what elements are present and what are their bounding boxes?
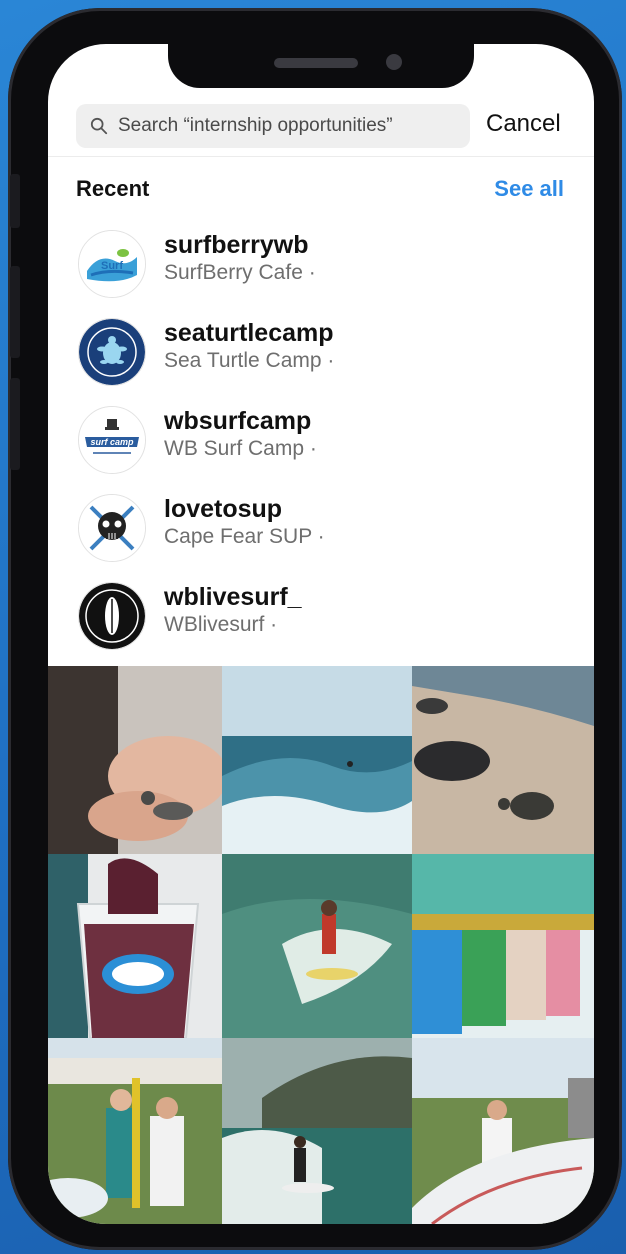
volume-up-button: [10, 266, 20, 358]
surfberry-logo-icon: Surf: [79, 231, 145, 297]
account-handle: seaturtlecamp: [164, 319, 334, 347]
see-all-link[interactable]: See all: [494, 176, 564, 202]
sea-turtle-camp-logo-icon: [79, 319, 145, 385]
photo-tile-paddleboarders[interactable]: [48, 1038, 222, 1224]
surf-camp-logo-icon: surf camp: [79, 407, 145, 473]
avatar: [78, 318, 146, 386]
speaker-grille: [274, 58, 358, 68]
recent-account-wbsurfcamp[interactable]: surf camp wbsurfcamp WB Surf Camp ·: [48, 400, 594, 480]
surfboard-badge-logo-icon: [79, 583, 145, 649]
photo-tile-sea-turtle-beach[interactable]: [412, 666, 594, 854]
photo-tile-acai-smoothie[interactable]: [48, 854, 222, 1038]
photo-tile-paddleboard-dock[interactable]: [412, 1038, 594, 1224]
skull-paddles-logo-icon: [79, 495, 145, 561]
avatar: [78, 494, 146, 562]
account-text: surfberrywb SurfBerry Cafe ·: [164, 230, 316, 286]
cancel-button[interactable]: Cancel: [486, 110, 561, 138]
phone-screen: Cancel Recent See all Surf surfberrywb S…: [48, 44, 594, 1224]
recent-account-seaturtlecamp[interactable]: seaturtlecamp Sea Turtle Camp ·: [48, 312, 594, 392]
svg-text:Surf: Surf: [101, 260, 123, 272]
explore-photo-grid: [48, 666, 594, 1224]
silent-switch: [10, 174, 20, 228]
avatar: [78, 582, 146, 650]
account-name: Cape Fear SUP ·: [164, 525, 325, 548]
account-text: wblivesurf_ WBlivesurf ·: [164, 582, 302, 638]
account-name: Sea Turtle Camp ·: [164, 349, 335, 372]
recent-account-lovetosup[interactable]: lovetosup Cape Fear SUP ·: [48, 488, 594, 568]
account-handle: lovetosup: [164, 495, 283, 523]
account-text: wbsurfcamp WB Surf Camp ·: [164, 406, 317, 462]
phone-notch: [168, 44, 474, 88]
account-text: lovetosup Cape Fear SUP ·: [164, 494, 325, 550]
recent-account-wblivesurf[interactable]: wblivesurf_ WBlivesurf ·: [48, 576, 594, 656]
search-icon: [90, 117, 108, 135]
photo-tile-turtle-hatchling[interactable]: [48, 666, 222, 854]
account-handle: wblivesurf_: [164, 583, 302, 611]
front-camera: [386, 54, 402, 70]
account-handle: surfberrywb: [164, 231, 309, 259]
account-handle: wbsurfcamp: [164, 407, 312, 435]
account-name: WB Surf Camp ·: [164, 437, 317, 460]
photo-tile-surfer-riding[interactable]: [222, 854, 412, 1038]
volume-down-button: [10, 378, 20, 470]
avatar: surf camp: [78, 406, 146, 474]
svg-text:surf camp: surf camp: [90, 437, 134, 447]
recent-heading: Recent: [76, 176, 150, 201]
recent-account-surfberrywb[interactable]: Surf surfberrywb SurfBerry Cafe ·: [48, 224, 594, 304]
account-name: SurfBerry Cafe ·: [164, 261, 316, 284]
search-input[interactable]: [118, 115, 458, 137]
account-name: WBlivesurf ·: [164, 613, 278, 636]
photo-tile-smoothie-row[interactable]: [412, 854, 594, 1038]
photo-tile-surfer-headland[interactable]: [222, 1038, 412, 1224]
avatar: Surf: [78, 230, 146, 298]
search-field[interactable]: [76, 104, 470, 148]
account-text: seaturtlecamp Sea Turtle Camp ·: [164, 318, 334, 374]
photo-tile-surfer-wave[interactable]: [222, 666, 412, 854]
